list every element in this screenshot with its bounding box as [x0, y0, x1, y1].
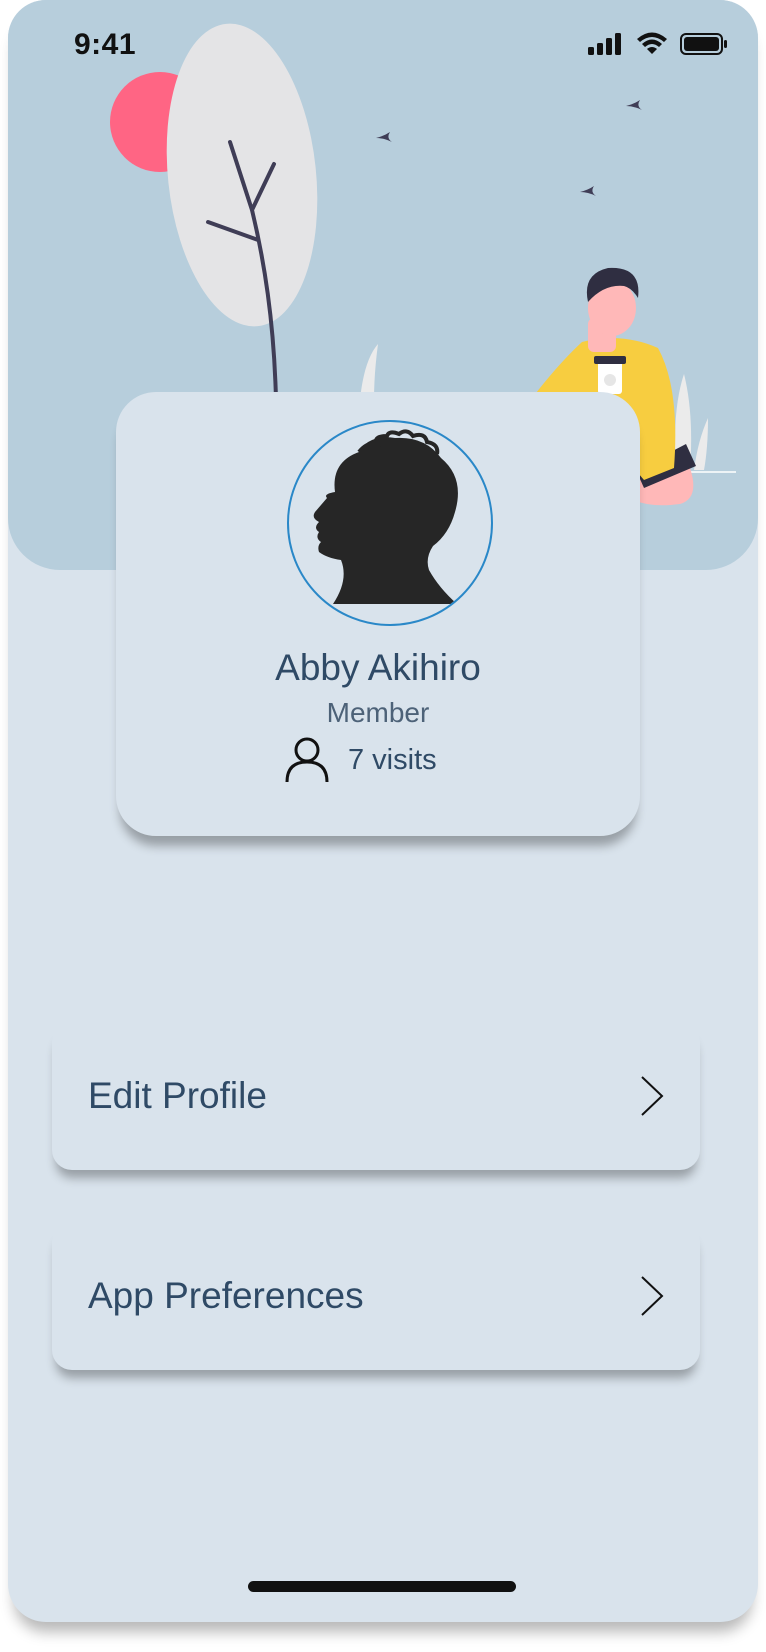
bird-shape	[376, 132, 392, 142]
user-icon	[285, 737, 329, 783]
profile-silhouette-icon	[313, 429, 458, 604]
bird-shape	[626, 100, 642, 110]
menu-item-label: Edit Profile	[88, 1075, 267, 1116]
menu-item-label: App Preferences	[88, 1275, 364, 1316]
chevron-right-icon	[641, 1276, 664, 1316]
visits-count: 7 visits	[348, 743, 437, 776]
visits-info: 7 visits	[284, 737, 437, 783]
home-indicator[interactable]	[248, 1581, 516, 1592]
phone-screen: 9:41 Abby Akihiro Member 7 visits Edit P…	[8, 0, 758, 1622]
chevron-right-icon	[641, 1076, 664, 1116]
wifi-icon	[637, 32, 667, 54]
user-role: Member	[326, 697, 430, 728]
app-preferences-button[interactable]: App Preferences	[52, 1222, 700, 1370]
status-time: 9:41	[74, 28, 137, 61]
user-name: Abby Akihiro	[275, 647, 481, 688]
battery-icon	[680, 33, 727, 55]
cellular-signal-icon	[588, 33, 621, 55]
profile-card: Abby Akihiro Member 7 visits	[116, 392, 640, 836]
edit-profile-button[interactable]: Edit Profile	[52, 1022, 700, 1170]
bird-shape	[580, 186, 596, 196]
grass-shape	[694, 418, 708, 470]
avatar[interactable]	[287, 420, 493, 626]
status-icons	[588, 32, 728, 56]
